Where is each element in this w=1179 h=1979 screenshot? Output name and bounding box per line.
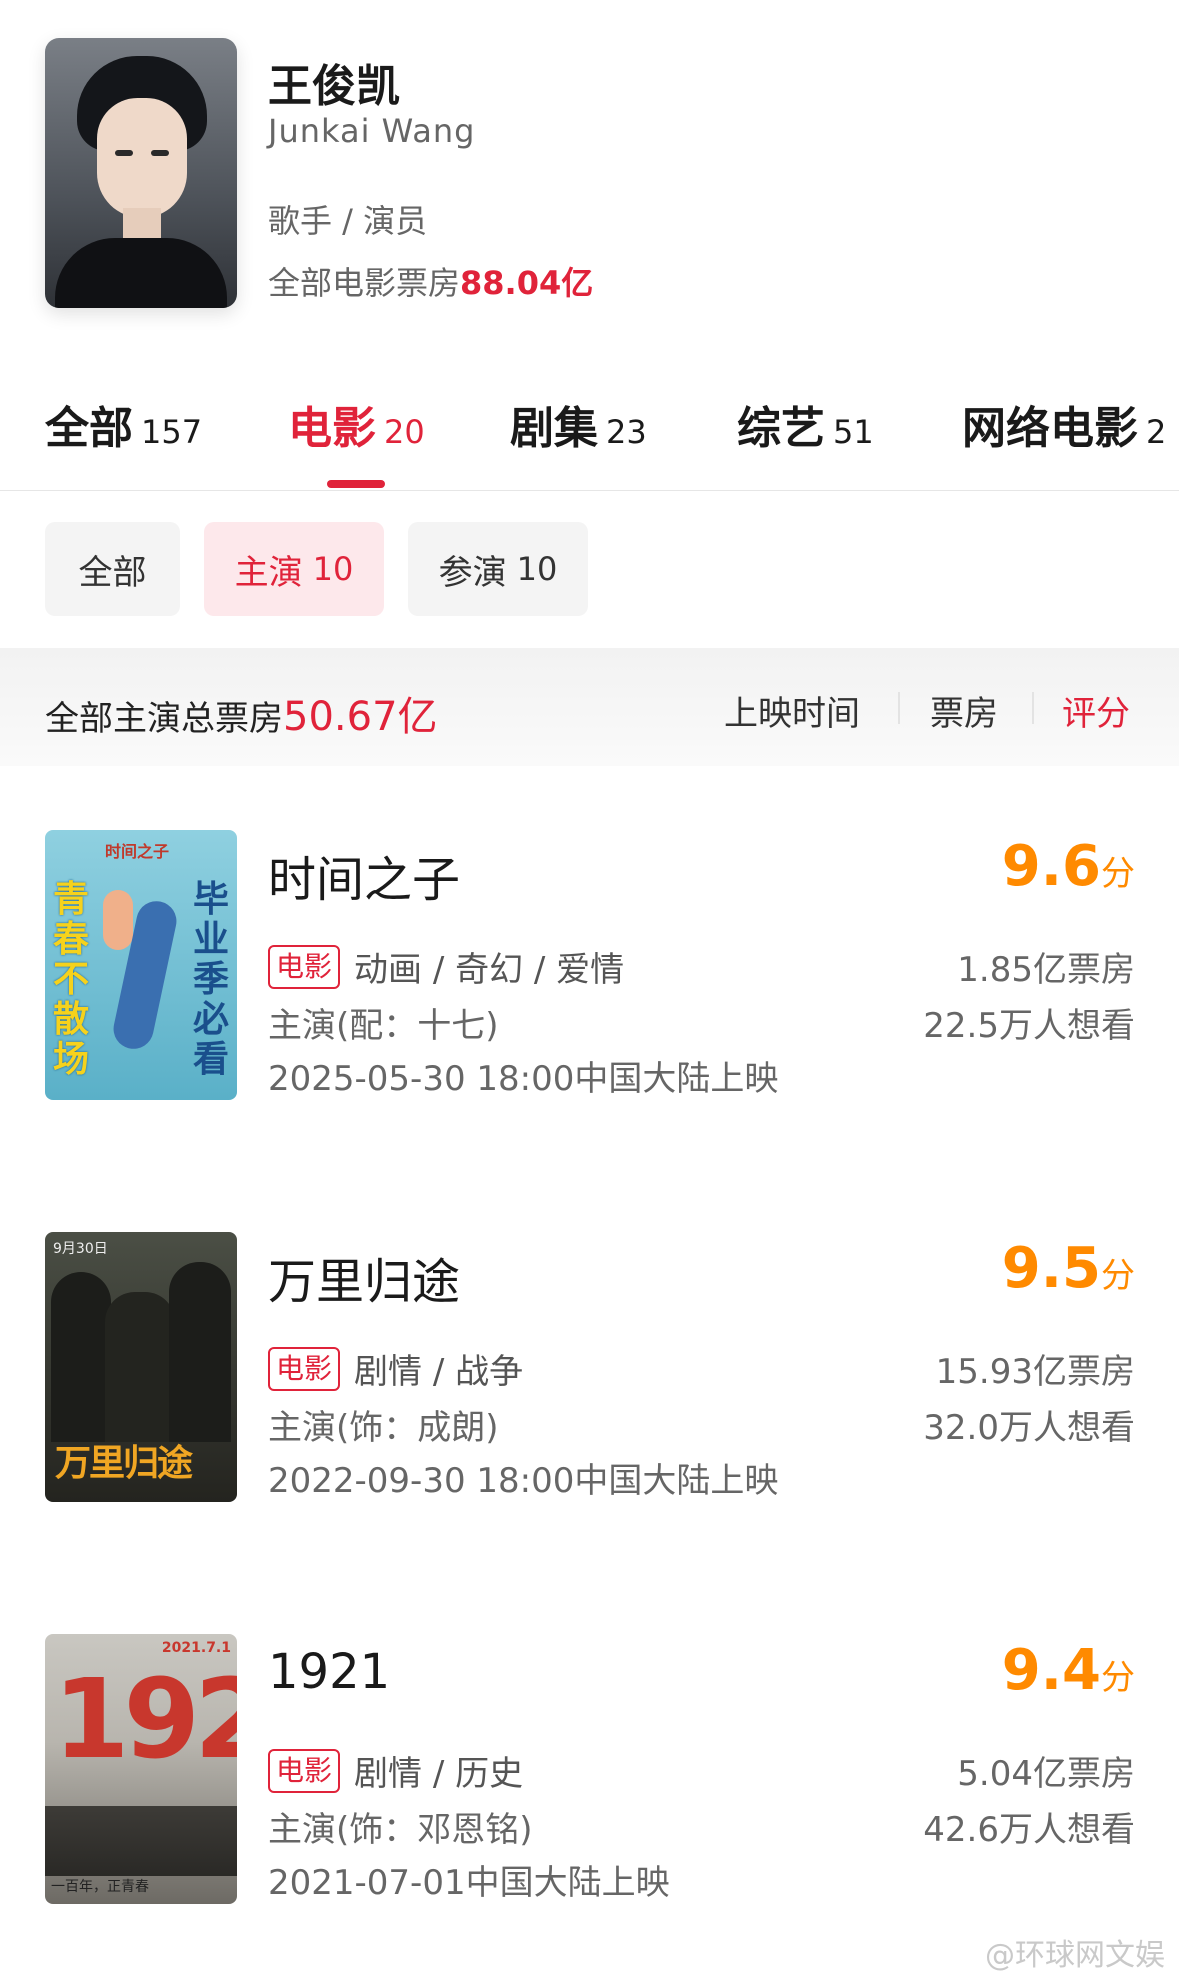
movie-score: 9.6分 <box>935 834 1135 899</box>
tab-count: 23 <box>606 413 647 451</box>
movie-want-count: 32.0万人想看 <box>923 1408 1135 1448</box>
sort-by-score[interactable]: 评分 <box>1062 686 1130 735</box>
tab-count: 51 <box>833 413 874 451</box>
movie-cast: 主演(饰：成朗) <box>268 1408 499 1448</box>
movie-title[interactable]: 万里归途 <box>268 1242 460 1312</box>
movie-item[interactable]: 9月30日 万里归途 万里归途 电影 剧情 / 战争 主演(饰：成朗) 2022… <box>0 1222 1179 1522</box>
movie-item[interactable]: 2021.7.1 1921 一百年，正青春 1921 电影 剧情 / 历史 主演… <box>0 1624 1179 1924</box>
tab-web-movies[interactable]: 网络电影 2 <box>962 392 1166 456</box>
sort-by-release[interactable]: 上映时间 <box>724 686 860 735</box>
tab-count: 20 <box>384 413 425 451</box>
score-value: 9.4 <box>1001 1638 1101 1703</box>
movie-box-office: 1.85亿票房 <box>957 950 1135 990</box>
movie-want-count: 42.6万人想看 <box>923 1810 1135 1850</box>
sort-divider <box>898 692 900 724</box>
movie-want-count: 22.5万人想看 <box>923 1006 1135 1046</box>
sort-by-box-office[interactable]: 票房 <box>930 686 998 735</box>
movie-box-office: 5.04亿票房 <box>957 1754 1135 1794</box>
watermark: @环球网文娱 <box>985 1938 1165 1973</box>
tab-count: 157 <box>141 413 203 451</box>
movie-type-tag: 电影 <box>268 1748 341 1793</box>
filter-count: 10 <box>312 550 354 588</box>
poster-title-text: 1921 <box>53 1655 237 1783</box>
tab-label: 综艺 <box>737 403 825 454</box>
poster-slogan-left: 青春不散场 <box>52 879 89 1080</box>
movie-cast: 主演(饰：邓恩铭) <box>268 1810 533 1850</box>
movie-meta: 电影 剧情 / 历史 <box>268 1746 523 1795</box>
score-unit: 分 <box>1101 1256 1135 1296</box>
movie-item[interactable]: 时间之子 青春不散场 毕业季必看 时间之子 电影 动画 / 奇幻 / 爱情 主演… <box>0 820 1179 1120</box>
tab-count: 2 <box>1146 413 1167 451</box>
tab-series[interactable]: 剧集 23 <box>510 392 647 456</box>
movie-title[interactable]: 1921 <box>268 1644 390 1700</box>
movie-title[interactable]: 时间之子 <box>268 840 460 910</box>
box-office-value: 88.04亿 <box>460 264 594 302</box>
movie-score: 9.5分 <box>935 1236 1135 1301</box>
filter-label: 参演 <box>438 552 507 593</box>
sort-divider <box>1032 692 1034 724</box>
profile-name-en: Junkai Wang <box>268 112 476 150</box>
filter-lead[interactable]: 主演 10 <box>204 522 384 616</box>
score-value: 9.5 <box>1001 1236 1101 1301</box>
movie-genre: 动画 / 奇幻 / 爱情 <box>354 950 625 990</box>
tab-label: 剧集 <box>510 403 598 454</box>
filter-all[interactable]: 全部 <box>45 522 180 616</box>
movie-genre: 剧情 / 历史 <box>354 1754 524 1794</box>
tab-label: 全部 <box>45 403 133 454</box>
filter-supporting[interactable]: 参演 10 <box>408 522 588 616</box>
score-unit: 分 <box>1101 1658 1135 1698</box>
movie-type-tag: 电影 <box>268 944 341 989</box>
movie-release: 2022-09-30 18:00中国大陆上映 <box>268 1461 779 1501</box>
score-unit: 分 <box>1101 854 1135 894</box>
filter-count: 10 <box>516 550 558 588</box>
box-office-label: 全部电影票房 <box>268 264 461 302</box>
movie-genre: 剧情 / 战争 <box>354 1352 524 1392</box>
tab-label: 网络电影 <box>962 403 1138 454</box>
poster-title-text: 万里归途 <box>55 1443 193 1484</box>
tab-label: 电影 <box>288 403 376 454</box>
summary-label: 全部主演总票房 <box>45 699 283 739</box>
movie-box-office: 15.93亿票房 <box>935 1352 1135 1392</box>
movie-type-tag: 电影 <box>268 1346 341 1391</box>
poster-slogan-right: 毕业季必看 <box>192 879 229 1080</box>
profile-roles: 歌手 / 演员 <box>268 202 428 240</box>
poster-date-text: 9月30日 <box>53 1241 108 1257</box>
active-tab-indicator <box>327 480 385 488</box>
movie-meta: 电影 剧情 / 战争 <box>268 1344 523 1393</box>
poster-slogan: 一百年，正青春 <box>51 1879 149 1895</box>
movie-cast: 主演(配：十七) <box>268 1006 499 1046</box>
tab-divider <box>0 490 1179 491</box>
filter-label: 主演 <box>234 552 303 593</box>
score-value: 9.6 <box>1001 834 1101 899</box>
movie-poster[interactable]: 2021.7.1 1921 一百年，正青春 <box>45 1634 237 1904</box>
movie-release: 2025-05-30 18:00中国大陆上映 <box>268 1059 779 1099</box>
tab-movies[interactable]: 电影 20 <box>288 392 425 456</box>
movie-release: 2021-07-01中国大陆上映 <box>268 1863 670 1903</box>
lead-box-office-summary: 全部主演总票房50.67亿 <box>45 684 438 742</box>
avatar[interactable] <box>45 38 237 308</box>
profile-name: 王俊凯 <box>268 61 400 112</box>
profile-box-office: 全部电影票房88.04亿 <box>268 258 593 304</box>
movie-poster[interactable]: 9月30日 万里归途 <box>45 1232 237 1502</box>
movie-poster[interactable]: 时间之子 青春不散场 毕业季必看 <box>45 830 237 1100</box>
poster-date-text: 2021.7.1 <box>161 1640 231 1656</box>
summary-value: 50.67亿 <box>283 694 438 740</box>
movie-meta: 电影 动画 / 奇幻 / 爱情 <box>268 942 624 991</box>
tab-all[interactable]: 全部 157 <box>45 392 202 456</box>
movie-score: 9.4分 <box>935 1638 1135 1703</box>
tab-variety[interactable]: 综艺 51 <box>737 392 874 456</box>
filter-label: 全部 <box>78 552 147 593</box>
poster-title-text: 时间之子 <box>105 842 170 861</box>
